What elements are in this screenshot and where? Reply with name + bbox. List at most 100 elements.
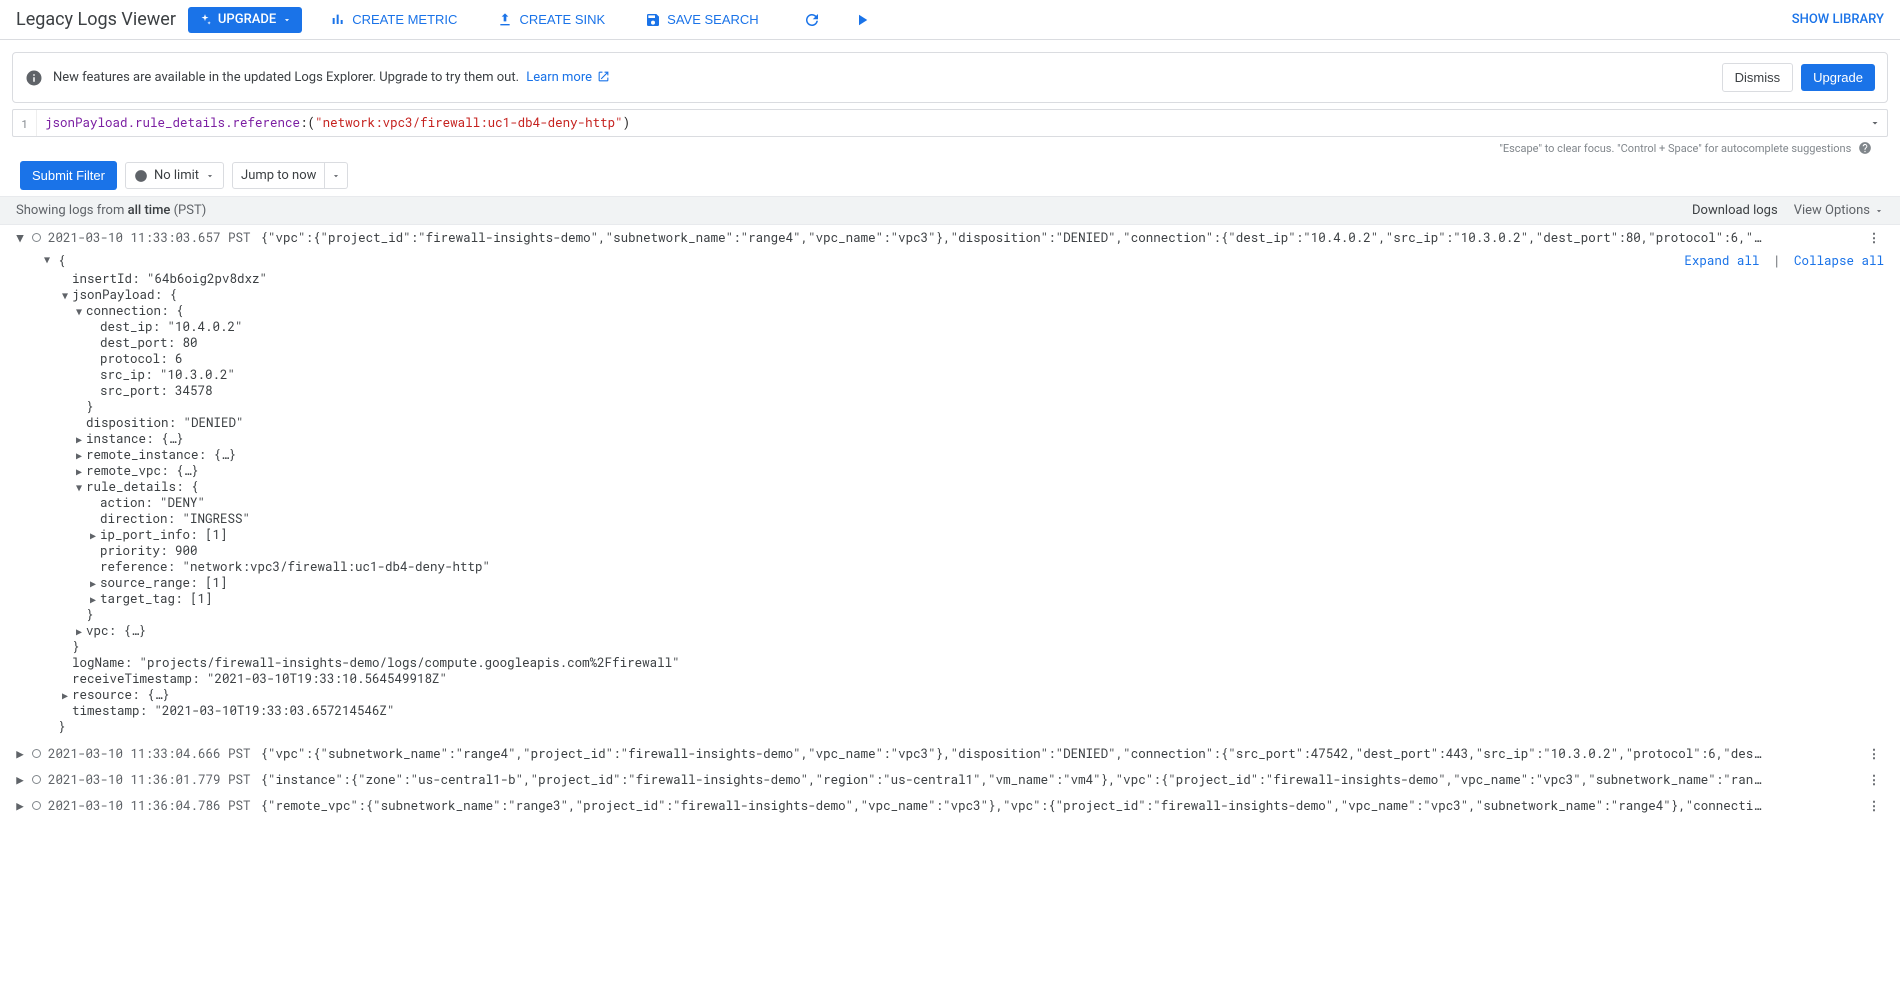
severity-indicator[interactable]: [28, 796, 44, 816]
json-field[interactable]: action: "DENY": [100, 495, 205, 511]
show-library-link[interactable]: SHOW LIBRARY: [1792, 12, 1884, 27]
row-menu-icon[interactable]: ⋮: [1864, 770, 1884, 790]
json-field[interactable]: jsonPayload: {: [72, 287, 177, 303]
log-summary: {"remote_vpc":{"subnetwork_name":"range3…: [261, 796, 1864, 816]
json-field[interactable]: direction: "INGRESS": [100, 511, 250, 527]
query-expand-button[interactable]: [1863, 117, 1887, 129]
view-options-dropdown[interactable]: View Options: [1794, 203, 1884, 218]
query-editor[interactable]: 1 jsonPayload.rule_details.reference:("n…: [12, 109, 1888, 137]
json-field[interactable]: dest_port: 80: [100, 335, 198, 351]
top-toolbar: Legacy Logs Viewer UPGRADE CREATE METRIC…: [0, 0, 1900, 40]
json-field[interactable]: source_range: [1]: [100, 575, 228, 591]
toggle-icon[interactable]: ▶: [72, 465, 86, 478]
play-button[interactable]: [845, 0, 879, 40]
help-icon[interactable]: [1858, 141, 1872, 155]
jump-label: Jump to now: [241, 168, 316, 183]
expand-toggle[interactable]: ▶: [12, 770, 28, 790]
upgrade-chip-label: UPGRADE: [218, 12, 276, 27]
json-field[interactable]: dest_ip: "10.4.0.2": [100, 319, 243, 335]
json-brace: }: [86, 607, 94, 623]
log-row[interactable]: ▶ 2021-03-10 11:36:01.779 PST {"instance…: [0, 767, 1900, 793]
json-field[interactable]: priority: 900: [100, 543, 198, 559]
log-summary: {"vpc":{"project_id":"firewall-insights-…: [261, 228, 1864, 248]
toggle-icon[interactable]: ▶: [58, 689, 72, 702]
query-line-number: 1: [13, 110, 37, 136]
save-search-button[interactable]: SAVE SEARCH: [633, 0, 771, 40]
query-text[interactable]: jsonPayload.rule_details.reference:("net…: [37, 115, 1863, 131]
external-link-icon: [597, 70, 610, 83]
caret-down-icon: [1869, 117, 1881, 129]
log-summary: {"instance":{"zone":"us-central1-b","pro…: [261, 770, 1864, 790]
submit-filter-button[interactable]: Submit Filter: [20, 161, 117, 190]
toggle-icon[interactable]: ▶: [86, 577, 100, 590]
json-field[interactable]: src_ip: "10.3.0.2": [100, 367, 235, 383]
toggle-icon[interactable]: ▶: [86, 593, 100, 606]
json-field[interactable]: timestamp: "2021-03-10T19:33:03.65721454…: [72, 703, 395, 719]
json-field[interactable]: vpc: {…}: [86, 623, 146, 639]
json-field[interactable]: remote_instance: {…}: [86, 447, 236, 463]
json-field[interactable]: protocol: 6: [100, 351, 183, 367]
refresh-icon: [803, 11, 821, 29]
dismiss-button[interactable]: Dismiss: [1722, 63, 1794, 92]
collapse-all-link[interactable]: Collapse all: [1794, 253, 1884, 269]
log-row[interactable]: ▶ 2021-03-10 11:33:04.666 PST {"vpc":{"s…: [0, 741, 1900, 767]
severity-indicator[interactable]: [28, 228, 44, 248]
expand-toggle[interactable]: ▶: [12, 744, 28, 764]
expand-toggle[interactable]: ▶: [12, 796, 28, 816]
caret-down-icon: [205, 171, 215, 181]
toggle-icon[interactable]: ▶: [86, 529, 100, 542]
caret-down-icon: [1874, 206, 1884, 216]
json-field[interactable]: reference: "network:vpc3/firewall:uc1-db…: [100, 559, 490, 575]
expand-all-link[interactable]: Expand all: [1684, 253, 1759, 269]
json-field[interactable]: logName: "projects/firewall-insights-dem…: [72, 655, 680, 671]
json-field[interactable]: rule_details: {: [86, 479, 199, 495]
info-icon: [25, 69, 43, 87]
toggle-icon[interactable]: ▶: [72, 449, 86, 462]
row-menu-icon[interactable]: ⋮: [1864, 744, 1884, 764]
json-field[interactable]: target_tag: [1]: [100, 591, 213, 607]
json-field[interactable]: remote_vpc: {…}: [86, 463, 199, 479]
expand-toggle[interactable]: ▼: [12, 228, 28, 248]
json-tree: ▶insertId: "64b6oig2pv8dxz" ▼jsonPayload…: [0, 271, 1900, 741]
jump-to-dropdown[interactable]: [325, 162, 348, 189]
create-metric-button[interactable]: CREATE METRIC: [318, 0, 469, 40]
toggle-icon[interactable]: ▶: [72, 433, 86, 446]
jump-to-now-button[interactable]: Jump to now: [232, 162, 325, 189]
json-field[interactable]: resource: {…}: [72, 687, 170, 703]
log-row[interactable]: ▼ 2021-03-10 11:33:03.657 PST {"vpc":{"p…: [0, 225, 1900, 251]
json-field[interactable]: ip_port_info: [1]: [100, 527, 228, 543]
upgrade-banner: New features are available in the update…: [12, 52, 1888, 103]
clock-icon: [134, 169, 148, 183]
save-icon: [645, 12, 661, 28]
json-field[interactable]: insertId: "64b6oig2pv8dxz": [72, 271, 267, 287]
row-menu-icon[interactable]: ⋮: [1864, 796, 1884, 816]
create-sink-button[interactable]: CREATE SINK: [485, 0, 617, 40]
json-field[interactable]: src_port: 34578: [100, 383, 213, 399]
log-timestamp: 2021-03-10 11:33:04.666 PST: [44, 744, 261, 764]
create-metric-label: CREATE METRIC: [352, 12, 457, 27]
expand-collapse-links: Expand all | Collapse all: [1684, 253, 1884, 269]
severity-indicator[interactable]: [28, 744, 44, 764]
json-field[interactable]: connection: {: [86, 303, 184, 319]
severity-indicator[interactable]: [28, 770, 44, 790]
log-summary: {"vpc":{"subnetwork_name":"range4","proj…: [261, 744, 1864, 764]
json-field[interactable]: receiveTimestamp: "2021-03-10T19:33:10.5…: [72, 671, 447, 687]
toggle-icon[interactable]: ▼: [58, 289, 72, 302]
sparkle-icon: [198, 13, 212, 27]
caret-down-icon: [282, 15, 292, 25]
toggle-icon[interactable]: ▶: [72, 625, 86, 638]
toggle-icon[interactable]: ▼: [72, 305, 86, 318]
download-logs-link[interactable]: Download logs: [1692, 203, 1778, 218]
row-menu-icon[interactable]: ⋮: [1864, 228, 1884, 248]
learn-more-link[interactable]: Learn more: [526, 70, 610, 85]
toggle-icon[interactable]: ▼: [72, 481, 86, 494]
log-timestamp: 2021-03-10 11:36:01.779 PST: [44, 770, 261, 790]
no-limit-dropdown[interactable]: No limit: [125, 162, 224, 189]
page-title: Legacy Logs Viewer: [16, 9, 176, 30]
upgrade-button[interactable]: Upgrade: [1801, 64, 1875, 91]
log-row[interactable]: ▶ 2021-03-10 11:36:04.786 PST {"remote_v…: [0, 793, 1900, 819]
json-field[interactable]: disposition: "DENIED": [86, 415, 244, 431]
refresh-button[interactable]: [795, 0, 829, 40]
upgrade-chip[interactable]: UPGRADE: [188, 7, 302, 33]
json-field[interactable]: instance: {…}: [86, 431, 184, 447]
